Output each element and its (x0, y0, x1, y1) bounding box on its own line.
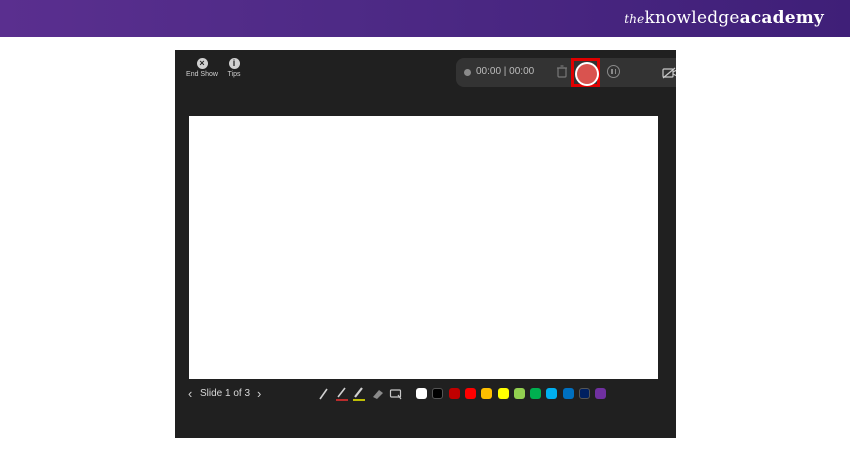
recording-status-icon (464, 69, 471, 76)
camera-off-icon[interactable] (662, 66, 676, 79)
brand-the: the (624, 12, 645, 26)
brand-knowledge: knowledge (644, 8, 740, 28)
color-swatch[interactable] (481, 388, 493, 399)
color-swatch[interactable] (595, 388, 607, 399)
red-pen-glyph (336, 387, 348, 401)
color-swatch[interactable] (562, 388, 574, 399)
color-swatch[interactable] (448, 388, 460, 399)
info-icon: i (228, 58, 240, 69)
pen-glyph (319, 388, 328, 400)
end-show-button[interactable]: × End Show (184, 58, 220, 78)
record-button-highlight (571, 58, 600, 87)
eraser-glyph (373, 390, 383, 399)
trash-glyph (557, 65, 567, 78)
chevron-right-icon[interactable]: › (257, 386, 261, 402)
color-swatch[interactable] (530, 388, 542, 399)
slide-counter: Slide 1 of 3 (200, 388, 251, 399)
brand-logo: theknowledgeacademy (624, 8, 824, 28)
bottom-toolbar: ‹ Slide 1 of 3 › (175, 385, 676, 405)
pause-icon[interactable] (607, 65, 620, 78)
color-swatch[interactable] (579, 388, 590, 399)
tips-button[interactable]: i Tips (222, 58, 246, 78)
color-swatch[interactable] (546, 388, 558, 399)
red-pen-icon[interactable] (335, 386, 348, 402)
chevron-left-icon[interactable]: ‹ (188, 386, 192, 402)
recording-timer: 00:00 | 00:00 (476, 66, 535, 77)
color-swatch[interactable] (432, 388, 444, 399)
close-icon: × (196, 58, 208, 69)
lasso-icon[interactable] (389, 386, 402, 402)
color-swatch[interactable] (416, 388, 427, 399)
brand-academy: academy (739, 8, 824, 28)
record-button[interactable] (577, 64, 597, 84)
trash-icon[interactable] (555, 65, 569, 79)
end-show-label: End Show (186, 71, 218, 78)
slide-canvas[interactable] (189, 116, 658, 379)
color-swatch[interactable] (464, 388, 476, 399)
recording-toolbar: 00:00 | 00:00 (456, 58, 676, 87)
header-banner: theknowledgeacademy (0, 0, 850, 37)
eraser-icon[interactable] (371, 386, 383, 402)
highlighter-icon[interactable] (352, 386, 365, 402)
lasso-glyph (389, 389, 402, 400)
highlighter-glyph (353, 387, 365, 401)
recording-window: × End Show i Tips 00:00 | 00:00 ‹ Slide … (175, 50, 676, 438)
pen-icon[interactable] (317, 386, 329, 402)
color-swatch[interactable] (497, 388, 509, 399)
tips-label: Tips (227, 71, 241, 78)
camera-glyph (662, 67, 676, 79)
color-swatch[interactable] (513, 388, 525, 399)
